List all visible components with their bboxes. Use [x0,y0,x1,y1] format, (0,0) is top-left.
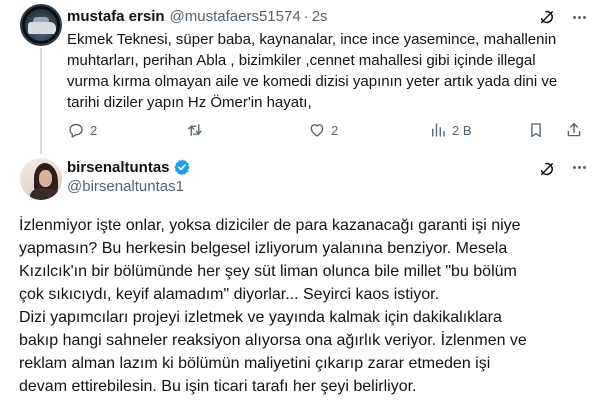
grok-icon[interactable] [538,160,556,178]
reply-count: 2 [90,122,98,138]
bookmark-icon [531,123,541,138]
tweet-text: İzlenmiyor işte onlar, yoksa diziciler d… [19,217,527,395]
heart-icon [310,124,324,137]
tweet-mustafa[interactable]: mustafa ersin @mustafaers51574 · 2s Ekme… [0,0,600,154]
retweet-icon [188,124,202,136]
grok-icon[interactable] [538,8,556,26]
tweet-birsenaltuntas[interactable]: birsenaltuntas @birsenaltuntas1 İzlenmiy… [0,150,600,406]
avatar-mustafa[interactable] [20,4,62,46]
tweet-header: mustafa ersin @mustafaers51574 · 2s [67,6,328,26]
author-handle[interactable]: @mustafaers51574 [170,8,301,25]
share-icon [567,122,581,137]
share-button[interactable] [565,120,583,140]
views-chart-icon [432,123,445,137]
more-options-icon[interactable] [568,9,590,25]
reply-icon [69,123,83,138]
verified-badge-icon[interactable] [173,158,191,176]
like-button[interactable]: 2 [308,120,338,140]
avatar-birsenaltuntas[interactable] [20,158,62,200]
separator-dot: · [303,7,309,25]
views-button[interactable]: 2 B [429,120,472,140]
author-name[interactable]: birsenaltuntas [67,159,170,176]
author-name-row: birsenaltuntas [67,157,191,177]
like-count: 2 [331,122,339,138]
thread-line [40,48,42,154]
more-options-icon[interactable] [568,159,590,175]
reply-button[interactable]: 2 [67,120,97,140]
tweet-time[interactable]: 2s [312,8,328,25]
tweet-actions: 2 2 2 B [67,120,587,140]
bookmark-button[interactable] [527,120,545,140]
author-name[interactable]: mustafa ersin [67,8,165,25]
retweet-button[interactable] [186,120,209,140]
views-count: 2 B [452,122,472,138]
author-handle[interactable]: @birsenaltuntas1 [67,178,184,195]
tweet-text: Ekmek Teknesi, süper baba, kaynanalar, i… [67,31,558,111]
